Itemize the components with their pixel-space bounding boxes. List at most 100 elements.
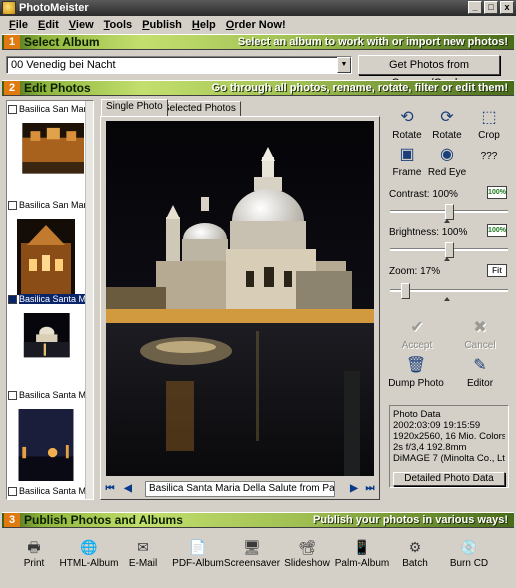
zoom-center-tick <box>444 297 450 301</box>
tool-label: Rotate <box>432 130 462 141</box>
chevron-down-icon[interactable]: ▼ <box>337 57 351 73</box>
publish-label: PDF-Album <box>172 558 224 569</box>
thumbnail-item[interactable]: Basilica Santa M <box>8 389 86 484</box>
publish-burn-cd-button[interactable]: 💿 Burn CD <box>441 538 497 569</box>
publish-screensaver-button[interactable]: 🖥 Screensaver <box>222 538 282 569</box>
menu-help[interactable]: Help <box>187 19 221 31</box>
pdf-icon: 📄 <box>189 539 207 555</box>
rotate-right-icon: ⟳ <box>440 109 454 126</box>
publish-label: Screensaver <box>223 558 281 569</box>
last-photo-icon[interactable]: ⏭ <box>363 482 377 496</box>
menu-order-now[interactable]: Order Now! <box>221 19 291 31</box>
previous-photo-icon[interactable]: ◀ <box>121 482 135 496</box>
tab-single-photo[interactable]: Single Photo <box>101 99 168 116</box>
accept-button[interactable]: ✔ Accept <box>391 318 443 351</box>
rotate-left-icon: ⟲ <box>400 109 414 126</box>
thumbnail-scrollbar[interactable] <box>85 101 93 499</box>
publish-print-button[interactable]: 🖶 Print <box>6 538 62 569</box>
zoom-fit-button[interactable]: Fit <box>487 264 507 277</box>
thumbnail-caption: Basilica Santa M <box>19 390 86 400</box>
publish-palm-album-button[interactable]: 📱 Palm-Album <box>333 538 391 569</box>
photo-name-field[interactable]: Basilica Santa Maria Della Salute from P… <box>145 481 335 497</box>
tool-label: Accept <box>401 340 433 351</box>
thumbnail-item[interactable]: Basilica San Mar <box>8 199 86 298</box>
detailed-photo-data-button[interactable]: Detailed Photo Data <box>393 472 505 486</box>
close-icon: ✖ <box>473 319 487 336</box>
tool-label: Editor <box>466 378 494 389</box>
menu-edit[interactable]: Edit <box>33 19 64 31</box>
thumbnail-checkbox[interactable] <box>8 200 17 210</box>
photo-image <box>106 121 374 476</box>
section-title: Select Album <box>24 35 100 49</box>
thumbnail-checkbox[interactable] <box>8 294 17 304</box>
menu-bar: File Edit View Tools Publish Help Order … <box>0 16 516 34</box>
tool-label: Crop <box>478 130 500 141</box>
close-button[interactable]: x <box>500 1 514 14</box>
thumbnail-checkbox[interactable] <box>8 390 17 400</box>
menu-tools[interactable]: Tools <box>99 19 138 31</box>
publish-batch-button[interactable]: ⚙ Batch <box>387 538 443 569</box>
zoom-slider[interactable] <box>390 283 508 299</box>
thumbnail-item[interactable]: Basilica San Mar <box>8 103 86 188</box>
thumbnail-caption: Basilica San Mar <box>19 200 86 210</box>
thumbnail-image[interactable] <box>17 219 75 295</box>
photo-date: 2002:03:09 19:15:59 <box>393 420 481 431</box>
publish-pdf-album-button[interactable]: 📄 PDF-Album <box>170 538 226 569</box>
publish-label: HTML-Album <box>59 558 119 569</box>
photo-data-title: Photo Data <box>393 409 441 420</box>
section-hint: Publish your photos in various ways! <box>313 514 508 526</box>
crop-button[interactable]: ⬚ Crop <box>463 108 515 141</box>
publish-label: Slideshow <box>284 558 330 569</box>
tool-label: Dump Photo <box>388 378 444 389</box>
thumbnail-caption: Basilica San Mar <box>19 104 86 114</box>
publish-slideshow-button[interactable]: 📽 Slideshow <box>279 538 335 569</box>
cancel-button[interactable]: ✖ Cancel <box>454 318 506 351</box>
thumbnail-checkbox[interactable] <box>8 104 17 114</box>
unknown-tool-button[interactable]: ??? <box>463 151 515 162</box>
thumbnail-image[interactable] <box>8 123 85 185</box>
menu-publish[interactable]: Publish <box>137 19 187 31</box>
publish-html-album-button[interactable]: 🌐 HTML-Album <box>58 538 120 569</box>
thumbnail-item[interactable]: Basilica Santa M <box>8 293 86 374</box>
thumbnail-list[interactable]: Basilica San Mar Basilica San Mar Basili… <box>6 100 94 500</box>
album-selected-value: 00 Venedig bei Nacht <box>11 59 116 71</box>
section-number: 1 <box>4 35 20 49</box>
contrast-slider-knob[interactable] <box>445 204 454 220</box>
tool-label: Red Eye <box>427 167 467 178</box>
get-photos-button[interactable]: Get Photos from Camera/Card... <box>358 55 500 89</box>
thumbnail-image[interactable] <box>16 313 76 371</box>
brightness-slider[interactable] <box>390 242 508 258</box>
contrast-reset-button[interactable]: 100% <box>487 186 507 199</box>
first-photo-icon[interactable]: ⏮ <box>103 482 117 496</box>
brightness-reset-button[interactable]: 100% <box>487 224 507 237</box>
tool-label: Frame <box>392 167 422 178</box>
zoom-label: Zoom: 17% <box>389 266 441 277</box>
dump-photo-button[interactable]: 🗑 Dump Photo <box>388 356 444 389</box>
menu-file[interactable]: File <box>4 19 33 31</box>
publish-label: Batch <box>402 558 428 569</box>
printer-icon: 🖶 <box>27 539 41 555</box>
section-hint: Select an album to work with or import n… <box>237 36 508 48</box>
tool-label: Rotate <box>392 130 422 141</box>
tab-selected-photos[interactable]: Selected Photos <box>158 101 241 116</box>
tool-label: Cancel <box>464 340 496 351</box>
contrast-slider[interactable] <box>390 204 508 220</box>
next-photo-icon[interactable]: ▶ <box>347 482 361 496</box>
trash-icon: 🗑 <box>405 357 427 374</box>
minimize-button[interactable]: _ <box>468 1 482 14</box>
editor-button[interactable]: ✎ Editor <box>454 356 506 389</box>
globe-icon: 🌐 <box>80 539 98 555</box>
publish-label: Burn CD <box>449 558 489 569</box>
maximize-button[interactable]: □ <box>484 1 498 14</box>
main-photo[interactable] <box>106 121 374 476</box>
zoom-slider-knob[interactable] <box>401 283 410 299</box>
publish-email-button[interactable]: ✉ E-Mail <box>115 538 171 569</box>
thumbnail-checkbox[interactable] <box>8 486 17 496</box>
menu-view[interactable]: View <box>64 19 99 31</box>
thumbnail-image[interactable] <box>17 409 75 481</box>
monitor-icon: 🖥 <box>243 539 261 555</box>
brightness-slider-knob[interactable] <box>445 242 454 258</box>
thumbnail-item[interactable]: Basilica Santa M <box>8 485 86 497</box>
album-dropdown[interactable]: 00 Venedig bei Nacht ▼ <box>6 56 352 74</box>
section-title: Publish Photos and Albums <box>24 513 183 527</box>
